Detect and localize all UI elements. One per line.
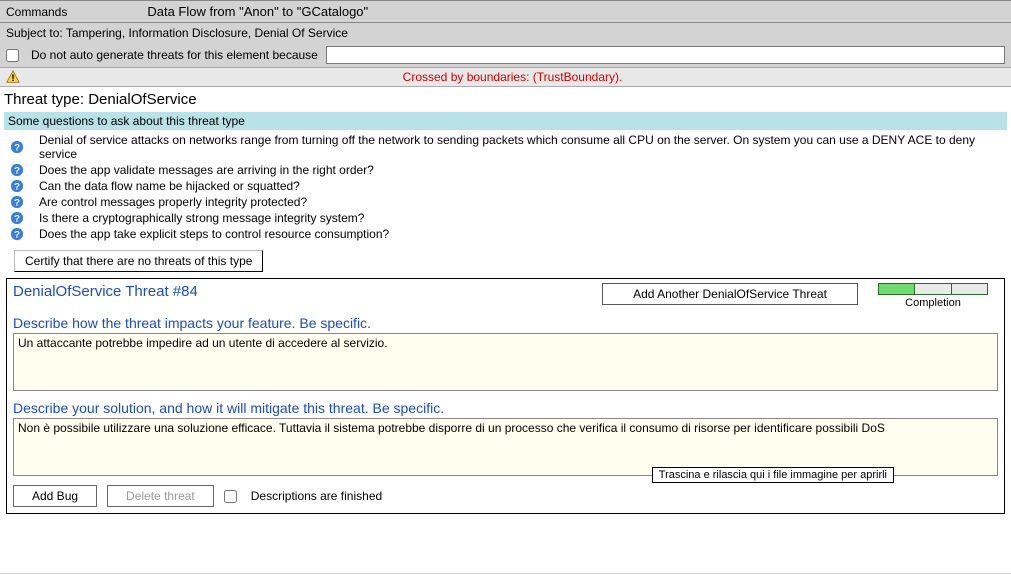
svg-text:?: ? (14, 143, 20, 154)
certify-no-threats-button[interactable]: Certify that there are no threats of thi… (14, 250, 263, 272)
question-text: Denial of service attacks on networks ra… (39, 133, 1007, 161)
help-icon[interactable]: ? (10, 179, 24, 193)
auto-generate-label: Do not auto generate threats for this el… (31, 48, 318, 62)
commands-menu[interactable]: Commands (6, 5, 67, 19)
delete-threat-button[interactable]: Delete threat (107, 485, 214, 507)
question-text: Can the data flow name be hijacked or sq… (39, 179, 300, 193)
add-bug-button[interactable]: Add Bug (13, 485, 97, 507)
question-row: ? Does the app validate messages are arr… (4, 162, 1007, 178)
impact-label: Describe how the threat impacts your fea… (13, 315, 998, 331)
content-area: Threat type: DenialOfService Some questi… (0, 87, 1011, 573)
threat-card: DenialOfService Threat #84 Add Another D… (6, 278, 1005, 514)
completion-meter: Completion (868, 283, 998, 309)
drag-drop-tooltip: Trascina e rilascia qui i file immagine … (652, 467, 894, 483)
warning-bar: Crossed by boundaries: (TrustBoundary). (0, 67, 1011, 87)
svg-text:?: ? (14, 214, 20, 225)
question-row: ? Does the app take explicit steps to co… (4, 226, 1007, 242)
question-row: ? Can the data flow name be hijacked or … (4, 178, 1007, 194)
question-text: Are control messages properly integrity … (39, 195, 307, 209)
subject-row: Subject to: Tampering, Information Discl… (0, 23, 1011, 43)
warning-icon (6, 70, 20, 84)
question-row: ? Is there a cryptographically strong me… (4, 210, 1007, 226)
warning-message: Crossed by boundaries: (TrustBoundary). (20, 70, 1005, 84)
completion-progress-bar (878, 283, 988, 295)
question-row: ? Denial of service attacks on networks … (4, 132, 1007, 162)
question-text: Does the app validate messages are arriv… (39, 163, 374, 177)
auto-generate-row: Do not auto generate threats for this el… (0, 43, 1011, 67)
impact-textarea[interactable] (13, 333, 998, 391)
solution-label: Describe your solution, and how it will … (13, 400, 998, 416)
svg-text:?: ? (14, 198, 20, 209)
help-icon[interactable]: ? (10, 195, 24, 209)
completion-label: Completion (905, 297, 961, 309)
header-bar: Commands Data Flow from "Anon" to "GCata… (0, 0, 1011, 23)
questions-list: ? Denial of service attacks on networks … (4, 130, 1007, 244)
descriptions-finished-label: Descriptions are finished (251, 489, 382, 503)
add-another-threat-button[interactable]: Add Another DenialOfService Threat (602, 283, 858, 305)
svg-text:?: ? (14, 166, 20, 177)
questions-header: Some questions to ask about this threat … (4, 112, 1007, 130)
help-icon[interactable]: ? (10, 140, 24, 154)
help-icon[interactable]: ? (10, 211, 24, 225)
auto-generate-checkbox[interactable] (6, 49, 19, 62)
help-icon[interactable]: ? (10, 163, 24, 177)
threat-card-title: DenialOfService Threat #84 (13, 283, 592, 300)
auto-generate-reason-input[interactable] (326, 46, 1005, 64)
svg-text:?: ? (14, 182, 20, 193)
question-row: ? Are control messages properly integrit… (4, 194, 1007, 210)
subject-text: Subject to: Tampering, Information Discl… (6, 26, 348, 40)
question-text: Does the app take explicit steps to cont… (39, 227, 389, 241)
descriptions-finished-checkbox[interactable] (224, 490, 237, 503)
svg-text:?: ? (14, 230, 20, 241)
threat-type-heading: Threat type: DenialOfService (4, 89, 1007, 112)
question-text: Is there a cryptographically strong mess… (39, 211, 364, 225)
card-bottom-row: Add Bug Delete threat Descriptions are f… (13, 485, 998, 507)
help-icon[interactable]: ? (10, 227, 24, 241)
flow-title: Data Flow from "Anon" to "GCatalogo" (147, 4, 368, 19)
